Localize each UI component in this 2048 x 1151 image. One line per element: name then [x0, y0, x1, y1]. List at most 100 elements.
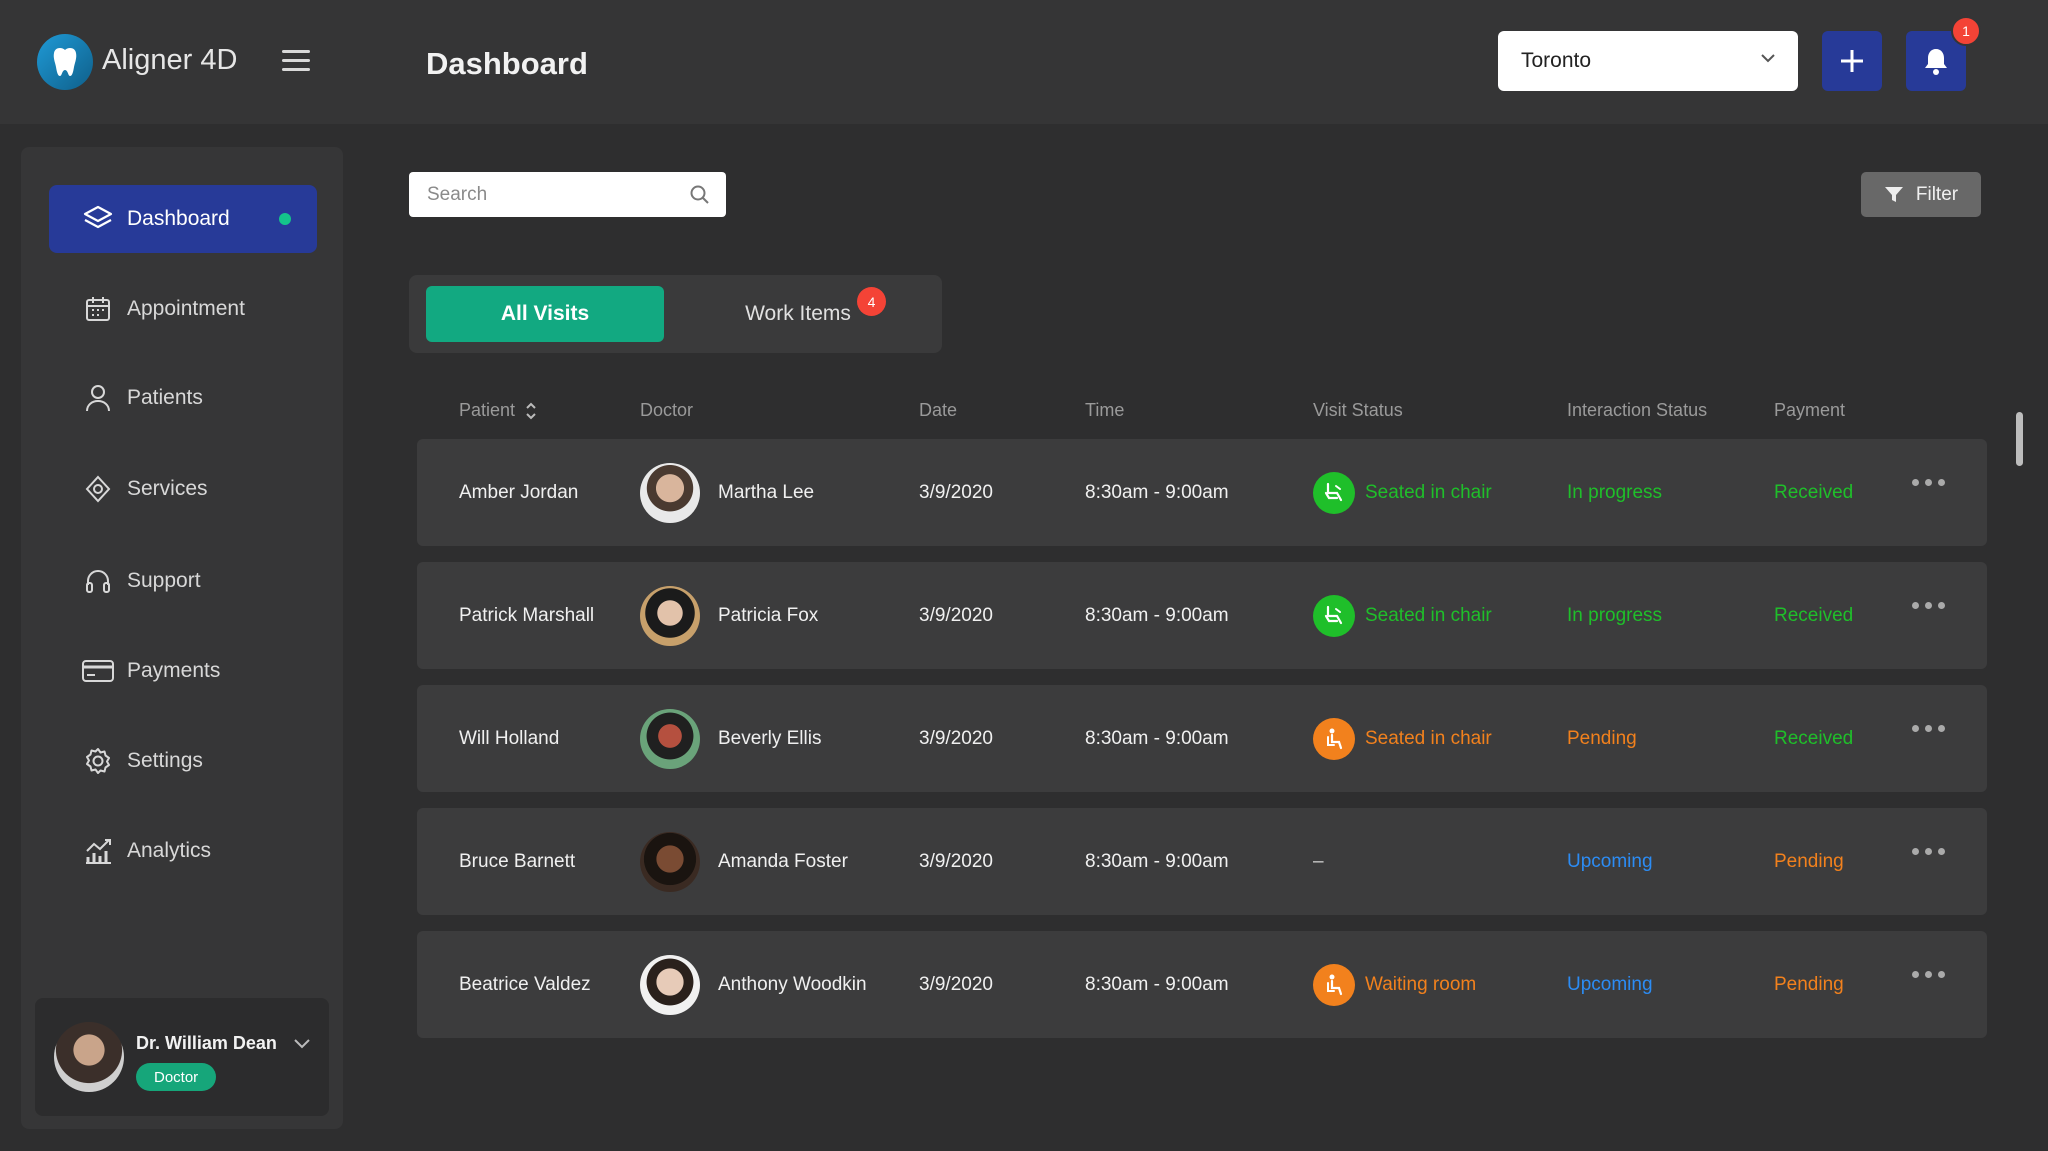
tab-all-visits[interactable]: All Visits — [426, 286, 664, 342]
calendar-icon — [81, 292, 115, 326]
avatar — [640, 585, 700, 646]
column-header-doctor: Doctor — [640, 400, 694, 420]
services-icon — [81, 472, 115, 506]
user-profile-card[interactable]: Dr. William Dean Doctor — [35, 998, 329, 1116]
patient-name[interactable]: Beatrice Valdez — [459, 931, 591, 1038]
search-icon[interactable] — [689, 184, 710, 205]
user-icon — [81, 381, 115, 415]
sidebar-item-support[interactable]: Support — [49, 547, 317, 615]
more-options-icon[interactable] — [1912, 725, 1945, 732]
tooth-logo-icon — [37, 34, 93, 90]
interaction-status: In progress — [1567, 481, 1663, 503]
hamburger-menu-icon[interactable] — [282, 50, 310, 72]
credit-card-icon — [81, 654, 115, 688]
payment-status: Received — [1774, 481, 1854, 503]
sidebar-item-label: Patients — [127, 386, 203, 409]
interaction-status: Upcoming — [1567, 973, 1653, 995]
column-header-time: Time — [1085, 400, 1125, 420]
visit-date: 3/9/2020 — [919, 850, 993, 872]
table-row[interactable]: Amber Jordan Martha Lee 3/9/2020 8:30am - 9… — [417, 439, 1987, 546]
doctor-name: Amanda Foster — [718, 850, 848, 872]
sidebar-item-patients[interactable]: Patients — [49, 364, 317, 432]
column-header-visit-status: Visit Status — [1313, 400, 1403, 420]
more-options-icon[interactable] — [1912, 479, 1945, 486]
user-name: Dr. William Dean — [136, 1033, 277, 1053]
more-options-icon[interactable] — [1912, 848, 1945, 855]
seated-person-icon — [1313, 963, 1355, 1006]
visit-status-label: Seated in chair — [1365, 604, 1492, 626]
doctor-name: Martha Lee — [718, 481, 815, 503]
add-button[interactable] — [1822, 31, 1882, 91]
sidebar-item-payments[interactable]: Payments — [49, 637, 317, 705]
visit-status: Seated in chair — [1313, 439, 1492, 546]
sidebar-item-dashboard[interactable]: Dashboard — [49, 185, 317, 253]
gear-icon — [81, 744, 115, 778]
visit-time: 8:30am - 9:00am — [1085, 481, 1229, 503]
doctor-cell: Martha Lee — [640, 439, 814, 546]
app-name: Aligner 4D — [102, 44, 238, 76]
interaction-status: In progress — [1567, 604, 1663, 626]
table-row[interactable]: Patrick Marshall Patricia Fox 3/9/2020 8:30… — [417, 562, 1987, 669]
avatar — [640, 708, 700, 769]
sidebar-item-analytics[interactable]: Analytics — [49, 817, 317, 885]
notification-count-badge: 1 — [1951, 16, 1981, 46]
column-header-interaction-status: Interaction Status — [1567, 400, 1708, 420]
dental-chair-icon — [1313, 594, 1355, 637]
visit-date: 3/9/2020 — [919, 727, 993, 749]
visit-status-label: – — [1313, 850, 1324, 872]
layers-icon — [81, 202, 115, 236]
visit-date: 3/9/2020 — [919, 604, 993, 626]
payment-status: Pending — [1774, 973, 1844, 995]
sidebar-item-label: Analytics — [127, 839, 212, 862]
patient-name[interactable]: Amber Jordan — [459, 439, 578, 546]
dental-chair-icon — [1313, 471, 1355, 514]
sort-icon[interactable] — [525, 401, 537, 421]
column-header-date: Date — [919, 400, 958, 420]
more-options-icon[interactable] — [1912, 602, 1945, 609]
sidebar-item-label: Appointment — [127, 297, 245, 320]
patient-name[interactable]: Patrick Marshall — [459, 562, 594, 669]
column-header-payment: Payment — [1774, 400, 1846, 420]
visit-time: 8:30am - 9:00am — [1085, 850, 1229, 872]
avatar — [640, 954, 700, 1015]
sidebar: Dashboard Appointment Patients Services … — [21, 147, 343, 1129]
table-row[interactable]: Bruce Barnett Amanda Foster 3/9/2020 8:30am… — [417, 808, 1987, 915]
filter-icon — [1884, 186, 1903, 202]
patient-name[interactable]: Will Holland — [459, 685, 559, 792]
sidebar-item-appointment[interactable]: Appointment — [49, 275, 317, 343]
page-title: Dashboard — [426, 46, 588, 81]
avatar — [54, 1022, 124, 1092]
sidebar-item-settings[interactable]: Settings — [49, 727, 317, 795]
visit-date: 3/9/2020 — [919, 973, 993, 995]
work-items-count-badge: 4 — [857, 287, 886, 316]
visit-status-label: Seated in chair — [1365, 481, 1492, 503]
chevron-down-icon[interactable] — [293, 1038, 311, 1050]
bell-icon — [1925, 49, 1947, 75]
visit-date: 3/9/2020 — [919, 481, 993, 503]
visit-status-label: Waiting room — [1365, 973, 1477, 995]
search-box — [409, 172, 726, 217]
sidebar-item-label: Payments — [127, 659, 221, 682]
visit-status: Seated in chair — [1313, 685, 1492, 792]
payment-status: Pending — [1774, 850, 1844, 872]
patient-name[interactable]: Bruce Barnett — [459, 808, 575, 915]
filter-button-label: Filter — [1915, 183, 1959, 205]
visit-tabs: All Visits Work Items — [409, 275, 942, 353]
table-row[interactable]: Will Holland Beverly Ellis 3/9/2020 8:30am … — [417, 685, 1987, 792]
analytics-icon — [81, 834, 115, 868]
payment-status: Received — [1774, 604, 1854, 626]
column-header-patient[interactable]: Patient — [459, 400, 537, 421]
table-row[interactable]: Beatrice Valdez Anthony Woodkin 3/9/2020 8:… — [417, 931, 1987, 1038]
avatar — [640, 462, 700, 523]
sidebar-item-services[interactable]: Services — [49, 455, 317, 523]
visit-status: Waiting room — [1313, 931, 1476, 1038]
filter-button[interactable]: Filter — [1861, 172, 1981, 217]
chevron-down-icon — [1761, 54, 1775, 63]
visit-status: – — [1313, 808, 1324, 915]
top-bar: Aligner 4D Dashboard Toronto 1 — [0, 0, 2048, 124]
scrollbar-thumb[interactable] — [2016, 412, 2023, 466]
location-select[interactable]: Toronto — [1498, 31, 1798, 91]
more-options-icon[interactable] — [1912, 971, 1945, 978]
plus-icon — [1841, 50, 1863, 72]
search-input[interactable] — [427, 183, 667, 206]
